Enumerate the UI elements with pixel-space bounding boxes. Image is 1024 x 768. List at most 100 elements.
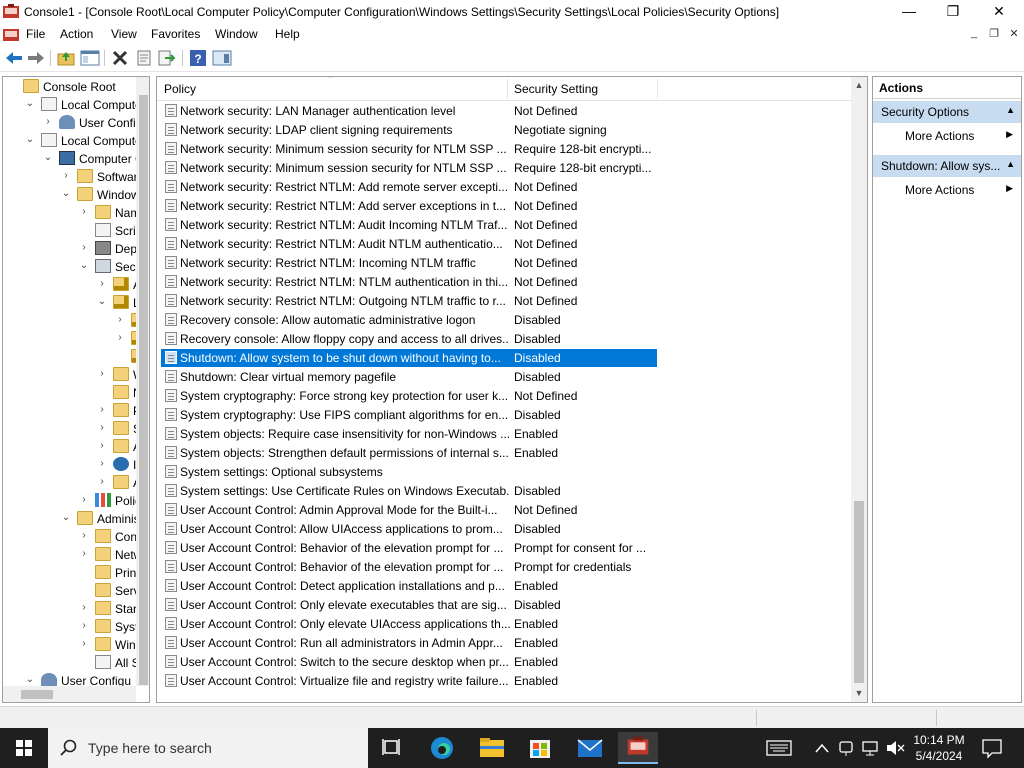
policy-row[interactable]: User Account Control: Admin Approval Mod… (161, 501, 657, 519)
export-icon[interactable] (156, 49, 176, 67)
policy-row[interactable]: Shutdown: Clear virtual memory pagefile D… (161, 368, 657, 386)
expanded-arrow-icon[interactable]: ⌄ (25, 134, 35, 145)
volume-muted-icon[interactable] (884, 728, 906, 768)
forward-icon[interactable] (26, 49, 46, 67)
collapsed-arrow-icon[interactable]: › (97, 368, 107, 379)
menu-help[interactable]: Help (275, 27, 300, 41)
policy-row[interactable]: Recovery console: Allow floppy copy and … (161, 330, 657, 348)
policy-row[interactable]: System objects: Require case insensitivi… (161, 425, 657, 443)
maximize-button[interactable]: ❐ (930, 0, 976, 24)
collapsed-arrow-icon[interactable]: › (115, 314, 125, 325)
menu-action[interactable]: Action (60, 27, 93, 41)
column-header-policy[interactable]: Policy (164, 82, 196, 96)
collapsed-arrow-icon[interactable]: › (79, 494, 89, 505)
file-explorer-icon[interactable] (472, 732, 512, 764)
store-icon[interactable] (520, 732, 560, 764)
policy-row[interactable]: System settings: Optional subsystems (161, 463, 657, 481)
policy-row[interactable]: Network security: Restrict NTLM: Outgoin… (161, 292, 657, 310)
policy-row[interactable]: User Account Control: Behavior of the el… (161, 539, 657, 557)
properties-icon[interactable] (134, 49, 154, 67)
policy-row[interactable]: Network security: Restrict NTLM: Audit I… (161, 216, 657, 234)
console-tree[interactable]: Console Root ⌄ Local Computer › User Configu… (2, 76, 150, 703)
column-header-security-setting[interactable]: Security Setting (514, 82, 598, 96)
collapsed-arrow-icon[interactable]: › (79, 530, 89, 541)
policy-row[interactable]: User Account Control: Only elevate execu… (161, 596, 657, 614)
minimize-button[interactable]: — (886, 0, 932, 24)
collapsed-arrow-icon[interactable]: › (79, 548, 89, 559)
child-restore-button[interactable]: ❐ (986, 27, 1002, 40)
scrollbar-thumb[interactable] (854, 501, 864, 683)
policy-row[interactable]: Recovery console: Allow automatic admini… (161, 311, 657, 329)
document-menu-icon[interactable] (3, 27, 19, 41)
collapsed-arrow-icon[interactable]: › (79, 620, 89, 631)
policy-row[interactable]: User Account Control: Switch to the secu… (161, 653, 657, 671)
tree-scrollbar-thumb[interactable] (139, 95, 148, 685)
policy-row[interactable]: User Account Control: Virtualize file an… (161, 672, 657, 690)
scroll-down-arrow-icon[interactable]: ▼ (851, 688, 867, 698)
menu-favorites[interactable]: Favorites (151, 27, 200, 41)
up-folder-icon[interactable] (56, 49, 76, 67)
policy-row[interactable]: Network security: Minimum session securi… (161, 140, 657, 158)
policy-row[interactable]: User Account Control: Allow UIAccess app… (161, 520, 657, 538)
policy-row[interactable]: System cryptography: Use FIPS compliant … (161, 406, 657, 424)
collapsed-arrow-icon[interactable]: › (97, 458, 107, 469)
policy-row[interactable]: System cryptography: Force strong key pr… (161, 387, 657, 405)
expanded-arrow-icon[interactable]: ⌄ (25, 674, 35, 685)
mmc-taskbar-icon[interactable] (618, 732, 658, 764)
notification-center-icon[interactable] (978, 728, 1006, 768)
collapsed-arrow-icon[interactable]: › (97, 422, 107, 433)
actions-section-security-options[interactable]: Security Options ▲ (873, 101, 1021, 123)
collapsed-arrow-icon[interactable]: › (61, 170, 71, 181)
collapsed-arrow-icon[interactable]: › (97, 404, 107, 415)
menu-view[interactable]: View (111, 27, 137, 41)
delete-icon[interactable] (110, 49, 130, 67)
expanded-arrow-icon[interactable]: ⌄ (25, 98, 35, 109)
collapsed-arrow-icon[interactable]: › (79, 638, 89, 649)
collapsed-arrow-icon[interactable]: › (115, 332, 125, 343)
show-hidden-icons-chevron-icon[interactable] (812, 728, 832, 768)
network-icon[interactable] (860, 728, 882, 768)
collapsed-arrow-icon[interactable]: › (43, 116, 53, 127)
show-hide-tree-icon[interactable] (80, 49, 100, 67)
policy-row[interactable]: Network security: Restrict NTLM: Incomin… (161, 254, 657, 272)
policy-row[interactable]: User Account Control: Only elevate UIAcc… (161, 615, 657, 633)
expanded-arrow-icon[interactable]: ⌄ (61, 188, 71, 199)
windows-start-icon[interactable] (0, 728, 48, 768)
collapsed-arrow-icon[interactable]: › (79, 206, 89, 217)
more-actions-item[interactable]: More Actions ▶ (873, 126, 1021, 146)
system-clock[interactable]: 10:14 PM 5/4/2024 (908, 732, 970, 764)
edge-icon[interactable] (422, 732, 462, 764)
collapsed-arrow-icon[interactable]: › (79, 602, 89, 613)
collapsed-arrow-icon[interactable]: › (97, 440, 107, 451)
expanded-arrow-icon[interactable]: ⌄ (79, 260, 89, 271)
help-icon[interactable]: ? (188, 49, 208, 67)
child-close-button[interactable]: ✕ (1006, 27, 1022, 40)
policy-row[interactable]: Network security: Restrict NTLM: Audit N… (161, 235, 657, 253)
back-icon[interactable] (4, 49, 24, 67)
close-button[interactable]: ✕ (976, 0, 1022, 24)
collapsed-arrow-icon[interactable]: › (97, 476, 107, 487)
column-divider[interactable] (507, 79, 508, 99)
policy-row[interactable]: Network security: LDAP client signing re… (161, 121, 657, 139)
policy-row[interactable]: Network security: LAN Manager authentica… (161, 102, 657, 120)
column-divider[interactable] (657, 79, 658, 99)
tree-horizontal-thumb[interactable] (21, 690, 53, 699)
policy-row[interactable]: Network security: Restrict NTLM: NTLM au… (161, 273, 657, 291)
expanded-arrow-icon[interactable]: ⌄ (43, 152, 53, 163)
menu-file[interactable]: File (26, 27, 45, 41)
collapsed-arrow-icon[interactable]: › (79, 242, 89, 253)
policy-row[interactable]: User Account Control: Behavior of the el… (161, 558, 657, 576)
policy-row[interactable]: Network security: Restrict NTLM: Add ser… (161, 197, 657, 215)
task-view-icon[interactable] (372, 732, 412, 764)
policy-row-selected[interactable]: Shutdown: Allow system to be shut down w… (161, 349, 657, 367)
policy-row[interactable]: User Account Control: Detect application… (161, 577, 657, 595)
expanded-arrow-icon[interactable]: ⌄ (97, 296, 107, 307)
remote-desktop-icon[interactable] (836, 728, 856, 768)
scroll-up-arrow-icon[interactable]: ▲ (851, 80, 867, 90)
child-minimize-button[interactable]: _ (966, 27, 982, 39)
expanded-arrow-icon[interactable]: ⌄ (61, 512, 71, 523)
policy-row[interactable]: Network security: Restrict NTLM: Add rem… (161, 178, 657, 196)
policy-row[interactable]: System objects: Strengthen default permi… (161, 444, 657, 462)
policy-row[interactable]: Network security: Minimum session securi… (161, 159, 657, 177)
search-box[interactable]: Type here to search (48, 728, 368, 768)
